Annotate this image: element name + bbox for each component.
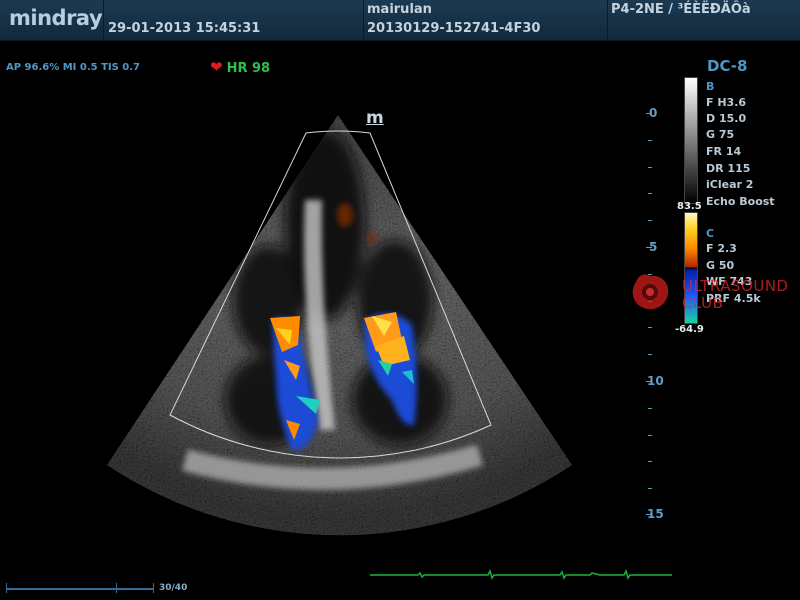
bmode-gain: G 75 (706, 128, 735, 141)
depth-minor-tick (648, 488, 652, 489)
depth-minor-tick (648, 220, 652, 221)
depth-label-10: 10 (647, 374, 664, 388)
cine-start-tick (6, 583, 7, 593)
bmode-sector (107, 115, 572, 536)
depth-minor-tick (648, 193, 652, 194)
image-marker: m (366, 108, 384, 128)
depth-minor-tick (648, 408, 652, 409)
depth-label-0: 0 (649, 106, 658, 120)
grayscale-bar (684, 77, 698, 204)
color-frequency: F 2.3 (706, 242, 737, 255)
cine-progress-track[interactable] (6, 588, 154, 590)
color-scale-min: -64.9 (675, 324, 704, 335)
cine-frame-counter: 30/40 (159, 583, 188, 593)
ecg-trace (370, 568, 672, 580)
bmode-frequency: F H3.6 (706, 96, 747, 109)
depth-minor-tick (648, 167, 652, 168)
cine-end-tick (153, 583, 154, 593)
bmode-title: B (706, 80, 715, 93)
depth-minor-tick (648, 327, 652, 328)
depth-label-15: 15 (647, 507, 664, 521)
watermark-logo-icon (632, 274, 669, 310)
depth-minor-tick (648, 354, 652, 355)
depth-minor-tick (648, 140, 652, 141)
depth-minor-tick (648, 435, 652, 436)
bmode-frame-rate: FR 14 (706, 145, 742, 158)
color-title: C (706, 227, 715, 240)
color-scale-max: 83.5 (677, 201, 702, 212)
depth-minor-tick (648, 461, 652, 462)
bmode-depth: D 15.0 (706, 112, 747, 125)
watermark-line2: CLUB (682, 294, 724, 312)
cine-position-marker[interactable] (116, 583, 117, 593)
bmode-iclear: iClear 2 (706, 178, 754, 191)
bmode-dynamic-range: DR 115 (706, 162, 751, 175)
watermark-line1: ULTRASOUND (682, 277, 789, 295)
depth-label-5: 5 (649, 240, 658, 254)
exam-preset: DC-8 (707, 57, 748, 75)
bmode-echo-boost: Echo Boost (706, 195, 775, 208)
watermark: ULTRASOUND CLUB (626, 268, 796, 318)
